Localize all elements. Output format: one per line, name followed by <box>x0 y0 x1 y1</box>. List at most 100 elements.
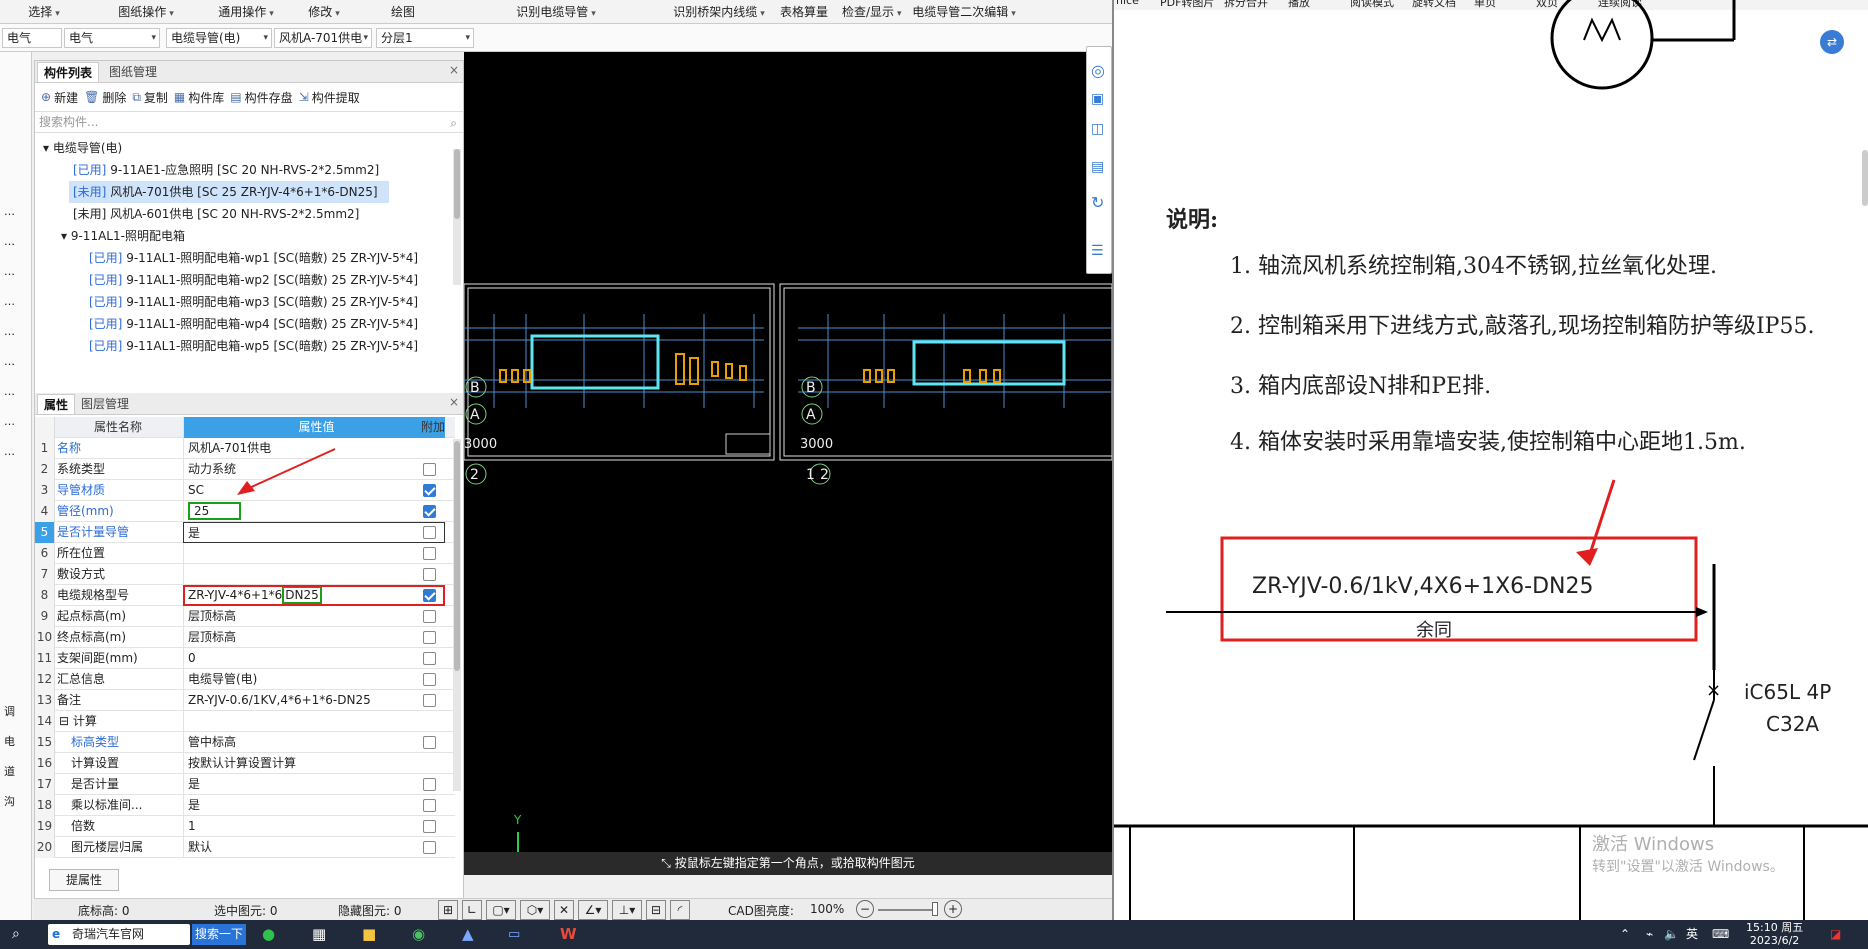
left-tool-5[interactable]: … <box>0 352 30 372</box>
app-icon[interactable]: ◉ <box>412 924 425 945</box>
property-value[interactable] <box>183 543 445 564</box>
property-row[interactable]: 19 倍数 1 <box>35 816 455 837</box>
angle-icon[interactable]: ∠▾ <box>578 900 608 920</box>
tree-item[interactable]: [已用] 9-11AL1-照明配电箱-wp1 [SC(暗敷) 25 ZR-YJV… <box>89 247 418 269</box>
extra-checkbox[interactable] <box>423 694 436 707</box>
clock[interactable]: 15:10 周五 2023/6/2 <box>1746 921 1803 947</box>
left-tool-1[interactable]: … <box>0 232 30 252</box>
tab-properties[interactable]: 属性 <box>37 394 76 414</box>
property-row[interactable]: 16 计算设置 按默认计算设置计算 <box>35 753 455 774</box>
menu-item-8[interactable]: 检查/显示 ▾ <box>836 0 906 24</box>
menu-item-2[interactable]: 通用操作 ▾ <box>204 0 288 24</box>
settings-list-icon[interactable]: ☰ <box>1091 243 1104 259</box>
left-tool-2[interactable]: … <box>0 262 30 282</box>
zoom-out-icon[interactable]: − <box>856 900 874 918</box>
volume-icon[interactable]: 🔈 <box>1664 924 1679 945</box>
left-tool-7[interactable]: … <box>0 412 30 432</box>
extra-checkbox[interactable] <box>423 505 436 518</box>
property-value[interactable]: 层顶标高 <box>183 606 445 627</box>
extra-checkbox[interactable] <box>423 841 436 854</box>
tree-scrollbar-thumb[interactable] <box>454 149 460 219</box>
pdf-scrollbar[interactable] <box>1862 150 1868 206</box>
track-icon[interactable]: ⊟ <box>646 900 666 920</box>
cad-app-icon[interactable]: ▭ <box>508 924 520 945</box>
property-row[interactable]: 8 电缆规格型号 ZR-YJV-4*6+1*6 DN25 <box>35 585 455 606</box>
taskbar-search-button[interactable]: 搜索一下 <box>192 924 246 945</box>
grid-icon[interactable]: ⊞ <box>438 900 458 920</box>
left-tool-0[interactable]: … <box>0 202 30 222</box>
menu-item-5[interactable]: 识别电缆导管 ▾ <box>446 0 666 24</box>
property-row[interactable]: 6 所在位置 <box>35 543 455 564</box>
tab-layer-manager[interactable]: 图层管理 <box>75 394 135 414</box>
extra-checkbox[interactable] <box>423 589 436 602</box>
cube-view-icon[interactable]: ◫ <box>1091 121 1104 137</box>
property-row[interactable]: 15 标高类型 管中标高 <box>35 732 455 753</box>
expand-icon[interactable]: ▾ <box>43 141 53 155</box>
ime-indicator[interactable]: 英 <box>1686 924 1698 945</box>
left-tool-6[interactable]: … <box>0 382 30 402</box>
keyboard-icon[interactable]: ⌨ <box>1712 924 1729 945</box>
left-tool-8[interactable]: … <box>0 442 30 462</box>
property-row[interactable]: 18 乘以标准间... 是 <box>35 795 455 816</box>
network-icon[interactable]: ⌁ <box>1646 924 1653 945</box>
folder-icon[interactable]: ■ <box>362 924 376 945</box>
property-row[interactable]: 9 起点标高(m) 层顶标高 <box>35 606 455 627</box>
property-value[interactable]: 是 <box>183 795 445 816</box>
left-tool-3[interactable]: … <box>0 292 30 312</box>
taskbar-search-input[interactable]: e 奇瑞汽车官网 <box>48 924 190 945</box>
extract-button[interactable]: ⇲ 构件提取 <box>299 89 360 106</box>
left-tool-12[interactable]: 沟 <box>0 792 30 812</box>
pdf-viewer[interactable]: nice PDF转图片 拆分合并 播放 阅读模式 旋转文档 单页 双页 连续阅读 × 说明: 1… <box>1112 0 1868 920</box>
tree-item[interactable]: [已用] 9-11AL1-照明配电箱-wp3 [SC(暗敷) 25 ZR-YJV… <box>89 291 418 313</box>
extra-checkbox[interactable] <box>423 526 436 539</box>
property-row[interactable]: 17 是否计量 是 <box>35 774 455 795</box>
ortho-icon[interactable]: ∟ <box>462 900 482 920</box>
3d-view-icon[interactable]: ▣ <box>1091 91 1104 107</box>
property-row[interactable]: 20 图元楼层归属 默认 <box>35 837 455 858</box>
tree-item[interactable]: [已用] 9-11AL1-照明配电箱-wp5 [SC(暗敷) 25 ZR-YJV… <box>89 335 418 357</box>
extra-checkbox[interactable] <box>423 673 436 686</box>
library-button[interactable]: ▦ 构件库 <box>174 89 224 106</box>
menu-item-7[interactable]: 表格算量 <box>772 0 836 24</box>
property-row[interactable]: 12 汇总信息 电缆导管(电) <box>35 669 455 690</box>
tree-item[interactable]: [已用] 9-11AE1-应急照明 [SC 20 NH-RVS-2*2.5mm2… <box>73 159 379 181</box>
extra-checkbox[interactable] <box>423 463 436 476</box>
menu-item-0[interactable]: 选择 ▾ <box>0 0 88 24</box>
property-row[interactable]: 7 敷设方式 <box>35 564 455 585</box>
filter-profession[interactable]: 电气 <box>2 28 62 48</box>
extra-checkbox[interactable] <box>423 484 436 497</box>
expand-icon[interactable]: ▾ <box>61 229 71 243</box>
extra-checkbox[interactable] <box>423 778 436 791</box>
save-button[interactable]: ▤ 构件存盘 <box>230 89 292 106</box>
extra-checkbox[interactable] <box>423 631 436 644</box>
cad-viewport[interactable]: B A 3000 2 B A 3000 1 2 Y X ◎ ▣ ◫ ▤ ↻ ☰ … <box>463 46 1113 891</box>
tree-item[interactable]: [已用] 9-11AL1-照明配电箱-wp4 [SC(暗敷) 25 ZR-YJV… <box>89 313 418 335</box>
tree-item[interactable]: [已用] 9-11AL1-照明配电箱-wp2 [SC(暗敷) 25 ZR-YJV… <box>89 269 418 291</box>
left-tool-10[interactable]: 电 <box>0 732 30 752</box>
filter-component[interactable]: 风机A-701供电 ▾ <box>274 28 372 48</box>
property-value[interactable]: 是 <box>183 522 445 543</box>
orbit-icon[interactable]: ◎ <box>1091 61 1105 80</box>
pick-properties-button[interactable]: 提属性 <box>49 869 119 891</box>
extra-checkbox[interactable] <box>423 652 436 665</box>
property-value[interactable] <box>183 711 445 732</box>
property-row[interactable]: 10 终点标高(m) 层顶标高 <box>35 627 455 648</box>
tree-item[interactable]: [未用] 风机A-701供电 [SC 25 ZR-YJV-4*6+1*6-DN2… <box>69 181 389 203</box>
delete-button[interactable]: 🗑 删除 <box>84 89 126 106</box>
left-tool-11[interactable]: 道 <box>0 762 30 782</box>
cube-icon[interactable]: ⬡▾ <box>520 900 550 920</box>
property-value[interactable]: 层顶标高 <box>183 627 445 648</box>
extra-checkbox[interactable] <box>423 820 436 833</box>
property-value[interactable]: 默认 <box>183 837 445 858</box>
menu-item-6[interactable]: 识别桥架内线缆 ▾ <box>666 0 772 24</box>
property-row[interactable]: 11 支架间距(mm) 0 <box>35 648 455 669</box>
property-row[interactable]: 5 是否计量导管 是 <box>35 522 455 543</box>
menu-item-3[interactable]: 修改 ▾ <box>288 0 360 24</box>
rotate-icon[interactable]: ↻ <box>1091 193 1104 212</box>
zoom-in-icon[interactable]: + <box>944 900 962 918</box>
property-value[interactable]: 管中标高 <box>183 732 445 753</box>
extra-checkbox[interactable] <box>423 547 436 560</box>
left-tool-9[interactable]: 调 <box>0 702 30 722</box>
brightness-slider[interactable] <box>878 909 938 911</box>
gtj-icon[interactable]: ▲ <box>462 924 474 945</box>
